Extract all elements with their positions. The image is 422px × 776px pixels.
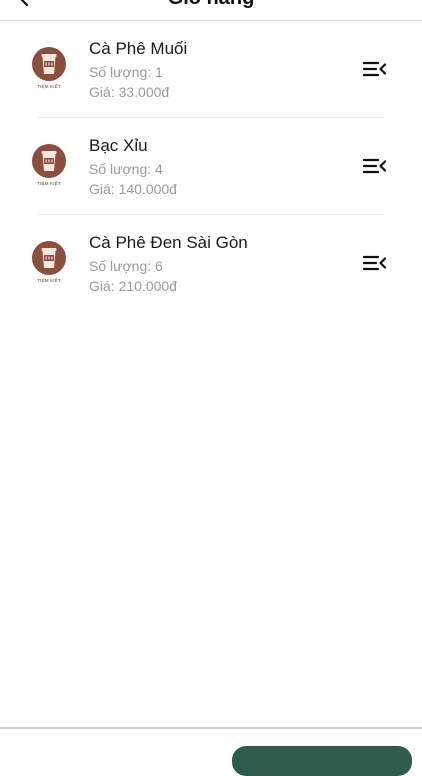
item-price: Giá: 33.000đ: [89, 84, 170, 100]
coffee-shop-logo-icon: TIỆM KIẾT: [30, 240, 68, 286]
checkout-button[interactable]: [232, 746, 412, 776]
item-price: Giá: 140.000đ: [89, 181, 177, 197]
app-header: Giỏ hàng: [0, 0, 422, 21]
thumbnail-caption: TIỆM KIẾT: [37, 278, 61, 283]
cart-list: TIỆM KIẾT Cà Phê Muối Số lượng: 1 Giá: 3…: [0, 21, 422, 312]
item-quantity: Số lượng: 4: [89, 161, 163, 177]
cart-item[interactable]: TIỆM KIẾT Bạc Xỉu Số lượng: 4 Giá: 140.0…: [0, 118, 422, 215]
coffee-shop-logo-icon: TIỆM KIẾT: [30, 143, 68, 189]
coffee-shop-logo-icon: TIỆM KIẾT: [30, 46, 68, 92]
cart-item[interactable]: TIỆM KIẾT Cà Phê Muối Số lượng: 1 Giá: 3…: [0, 21, 422, 118]
item-quantity: Số lượng: 1: [89, 64, 163, 80]
thumbnail-caption: TIỆM KIẾT: [37, 84, 61, 89]
bottom-bar-divider: [0, 727, 422, 729]
item-name: Cà Phê Đen Sài Gòn: [89, 233, 248, 252]
item-name: Bạc Xỉu: [89, 136, 148, 155]
list-collapse-icon[interactable]: [363, 60, 387, 78]
list-collapse-icon[interactable]: [363, 157, 387, 175]
item-quantity: Số lượng: 6: [89, 258, 163, 274]
cart-item[interactable]: TIỆM KIẾT Cà Phê Đen Sài Gòn Số lượng: 6…: [0, 215, 422, 312]
list-collapse-icon[interactable]: [363, 254, 387, 272]
item-price: Giá: 210.000đ: [89, 278, 177, 294]
page-title: Giỏ hàng: [0, 0, 422, 10]
item-name: Cà Phê Muối: [89, 39, 188, 58]
thumbnail-caption: TIỆM KIẾT: [37, 181, 61, 186]
